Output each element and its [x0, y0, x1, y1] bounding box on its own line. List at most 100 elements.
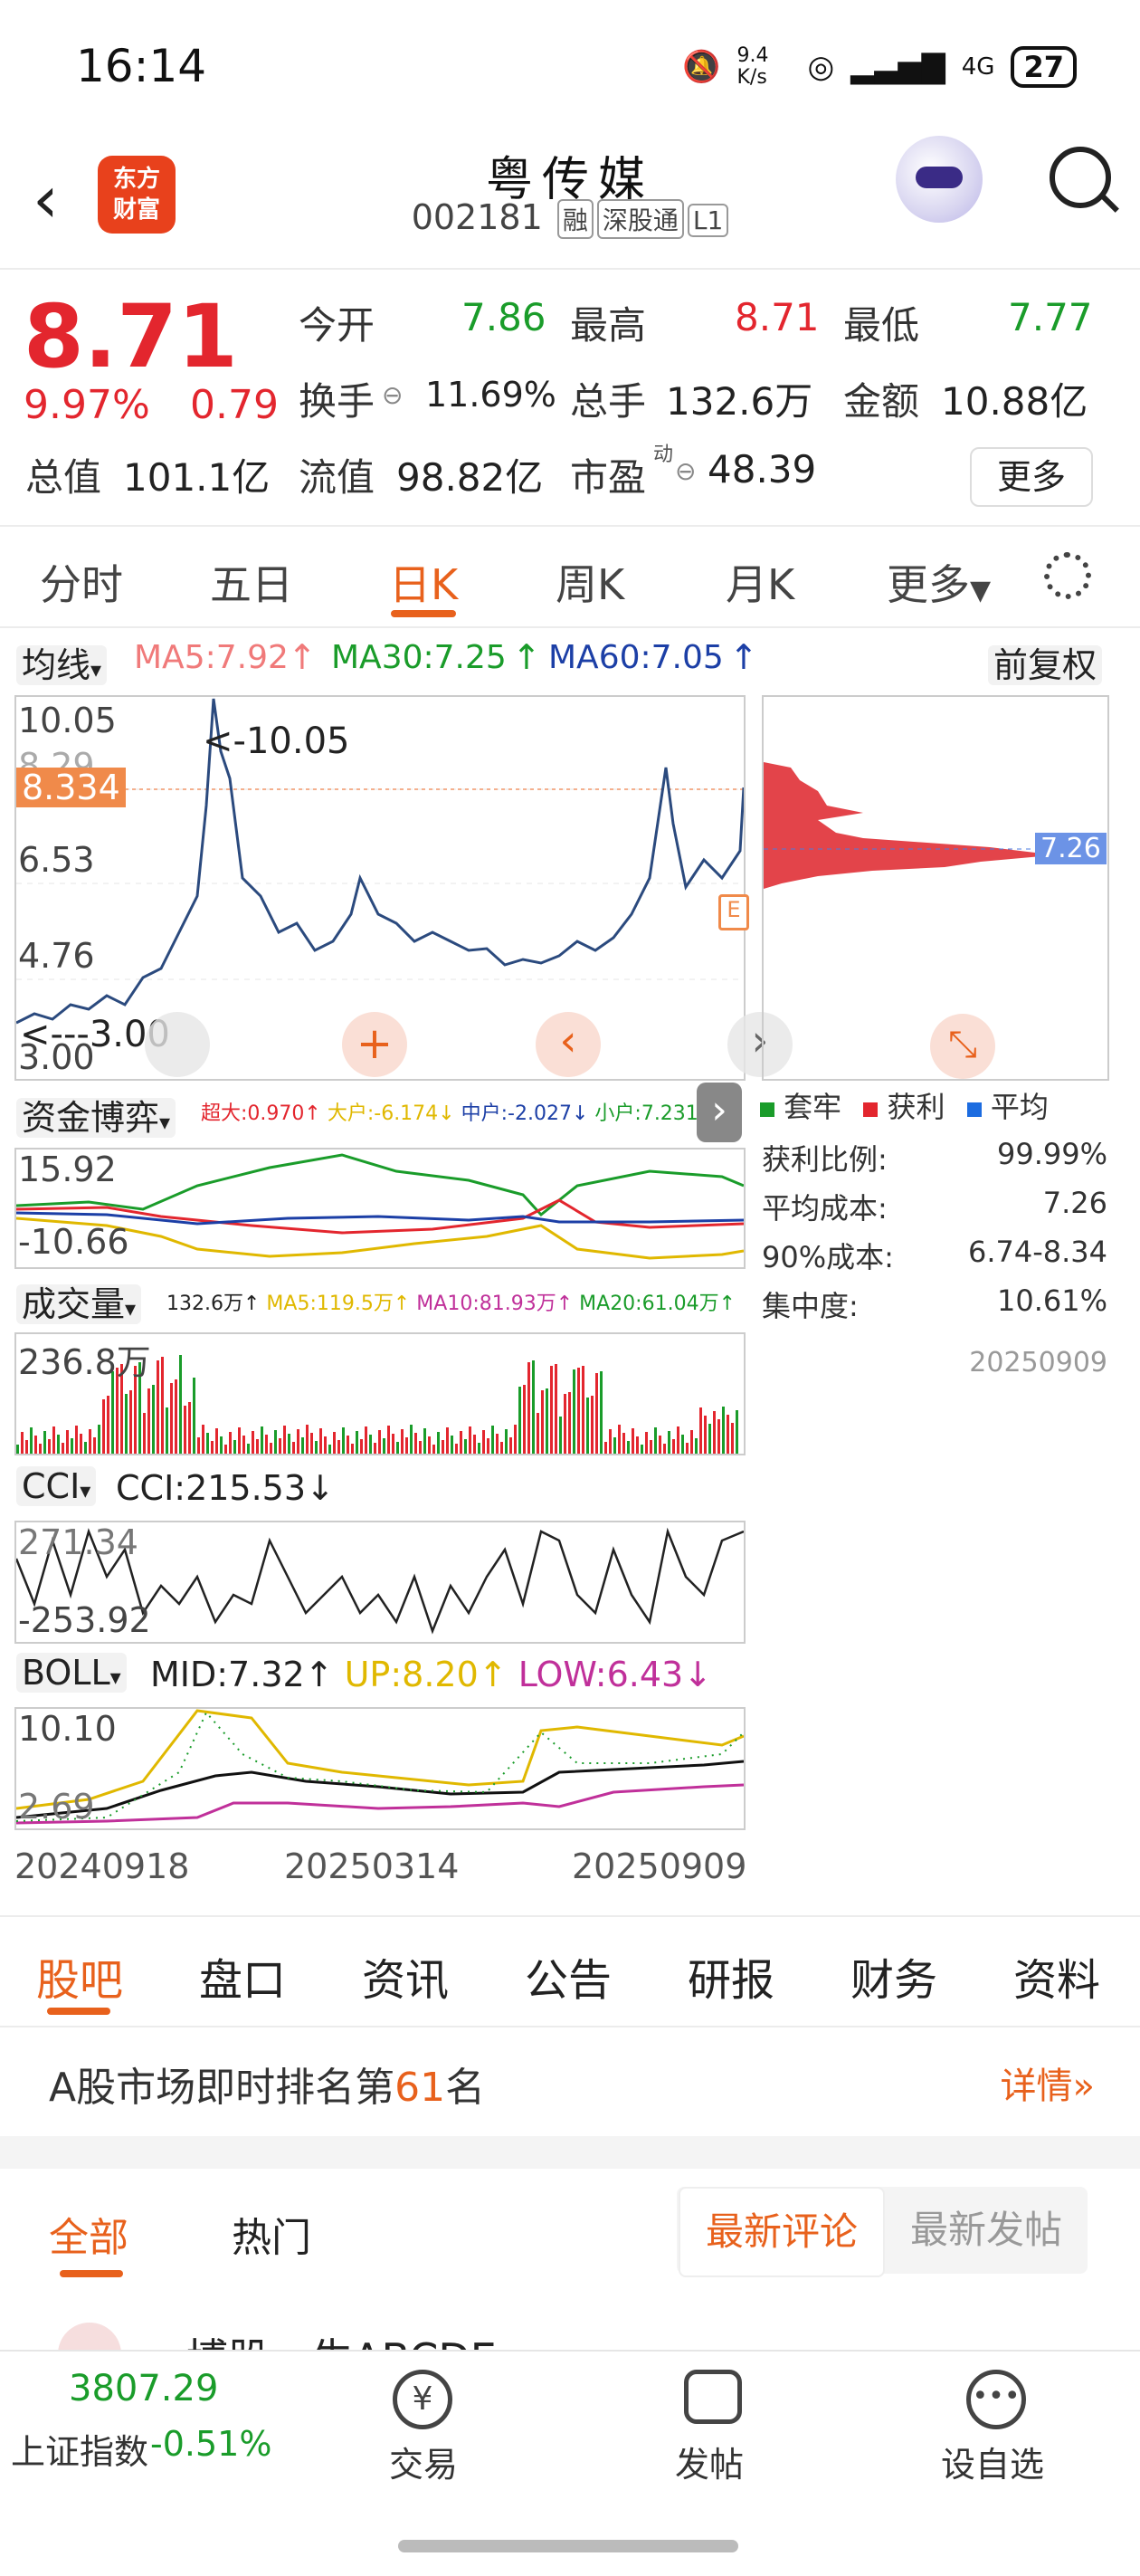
volume-bar: [279, 1438, 281, 1454]
info-icon[interactable]: ⊖: [675, 456, 696, 486]
volume-bar: [98, 1425, 100, 1454]
index-name[interactable]: 上证指数: [11, 2424, 148, 2474]
arrow-up-icon: ↑: [288, 637, 317, 677]
nav-watchlist[interactable]: 设自选: [941, 2437, 1044, 2486]
more-dots-icon[interactable]: •••: [966, 2370, 1026, 2429]
volume-bar: [636, 1436, 639, 1454]
tab-hot[interactable]: 热门: [232, 2205, 311, 2263]
value-total-value: 101.1亿: [123, 455, 271, 500]
current-price: 8.71: [24, 286, 238, 387]
ma-selector[interactable]: 均线▾: [16, 637, 108, 687]
tab-all[interactable]: 全部: [49, 2205, 128, 2263]
volume-bar: [328, 1445, 331, 1454]
comments-section: 全部 热门 最新评论 最新发帖 博股一生ABCDE: [0, 2169, 1140, 2386]
fund-mid: 中户:-2.027: [461, 1102, 572, 1125]
active-tab-indicator: [60, 2270, 123, 2277]
volume-bar: [527, 1362, 530, 1454]
volume-bar: [736, 1410, 738, 1454]
kline-chart[interactable]: 10.05 8.29 8.334 6.53 4.76 3.00 <-10.05 …: [14, 695, 793, 1081]
arrow-down-icon: ↓: [571, 1102, 589, 1125]
tab-monthly-k[interactable]: 月K: [726, 552, 794, 612]
compose-icon[interactable]: [684, 2370, 742, 2424]
boll-y-bot: 2.69: [18, 1787, 95, 1827]
volume-bar: [107, 1396, 109, 1454]
ma60-value: MA60:7.05: [548, 639, 724, 676]
rank-banner[interactable]: A股市场即时排名第61名 详情»: [0, 2026, 1140, 2134]
volume-bar: [681, 1435, 684, 1454]
volume-bar: [261, 1426, 263, 1454]
tab-daily-k[interactable]: 日K: [389, 552, 458, 612]
current-price-tag: 8.334: [16, 768, 126, 807]
label-turnover: 换手: [299, 379, 375, 424]
detail-link[interactable]: 详情»: [1001, 2056, 1095, 2109]
change-percent: 9.97%: [24, 382, 150, 428]
more-button[interactable]: 更多: [970, 447, 1093, 507]
cci-selector[interactable]: CCI▾: [16, 1466, 97, 1506]
legend-swatch: [760, 1102, 774, 1117]
tab-orderbook[interactable]: 盘口: [199, 1944, 286, 2008]
chip-row-label: 平均成本:: [762, 1191, 888, 1226]
value-open: 7.86: [461, 295, 546, 339]
label-total-value: 总值: [25, 455, 102, 500]
collapse-icon[interactable]: ⤡: [930, 1014, 995, 1079]
adjust-button[interactable]: 前复权: [988, 637, 1103, 687]
chip-row-value: 99.99%: [996, 1137, 1107, 1171]
tab-forum[interactable]: 股吧: [36, 1944, 123, 2008]
tab-five-day[interactable]: 五日: [210, 552, 293, 612]
tab-research[interactable]: 研报: [688, 1944, 774, 2008]
price-line: [15, 698, 746, 1025]
volume-bar: [672, 1439, 675, 1454]
control-button[interactable]: [145, 1012, 210, 1077]
volume-bar: [482, 1430, 485, 1454]
value-high: 8.71: [735, 295, 820, 339]
assistant-avatar[interactable]: [896, 136, 983, 223]
volume-bar: [270, 1443, 272, 1454]
tab-finance[interactable]: 财务: [850, 1944, 937, 2008]
arrow-up-icon: ↑: [729, 637, 758, 677]
volume-bar: [324, 1436, 327, 1454]
volume-bar: [71, 1438, 73, 1454]
volume-bar: [25, 1440, 28, 1454]
nav-trade[interactable]: 交易: [389, 2437, 458, 2486]
gear-icon[interactable]: [1044, 552, 1091, 599]
fund-selector[interactable]: 资金博弈▾: [16, 1090, 176, 1140]
volume-bar: [659, 1436, 661, 1454]
label-low: 最低: [843, 303, 920, 348]
volume-bar: [211, 1441, 214, 1454]
index-value[interactable]: 3807.29: [69, 2368, 218, 2409]
volume-bar: [469, 1426, 471, 1454]
scroll-left-icon[interactable]: ‹: [536, 1012, 601, 1077]
sort-new-post[interactable]: 最新发帖: [885, 2187, 1088, 2274]
volume-bar: [143, 1413, 146, 1454]
tab-announcement[interactable]: 公告: [525, 1944, 612, 2008]
info-icon[interactable]: ⊖: [382, 380, 403, 410]
volume-bar: [582, 1366, 584, 1454]
tab-more[interactable]: 更多▼: [887, 552, 991, 612]
tab-news[interactable]: 资讯: [362, 1944, 449, 2008]
volume-bar: [713, 1411, 716, 1454]
volume-bar: [215, 1428, 218, 1454]
boll-selector[interactable]: BOLL▾: [16, 1653, 127, 1693]
search-icon[interactable]: [1050, 147, 1111, 208]
kline-y-mid3: 4.76: [18, 936, 95, 976]
sort-new-comment[interactable]: 最新评论: [679, 2187, 885, 2277]
tab-profile[interactable]: 资料: [1013, 1944, 1100, 2008]
chip-row-value: 10.61%: [996, 1283, 1107, 1318]
volume-bar: [695, 1438, 698, 1454]
expand-panel-icon[interactable]: ›: [697, 1083, 742, 1142]
volume-bar: [464, 1439, 467, 1454]
volume-bar: [555, 1364, 557, 1454]
volume-selector[interactable]: 成交量▾: [16, 1276, 142, 1326]
tab-intraday[interactable]: 分时: [40, 552, 123, 612]
caret-down-icon: ▾: [80, 1478, 91, 1503]
trade-icon[interactable]: ¥: [393, 2370, 452, 2429]
label-high: 最高: [570, 303, 647, 348]
event-marker-icon[interactable]: E: [718, 894, 749, 930]
tab-weekly-k[interactable]: 周K: [556, 552, 624, 612]
zoom-in-icon[interactable]: +: [342, 1012, 407, 1077]
post-author[interactable]: 博股一生ABCDE: [186, 2326, 497, 2350]
volume-bar: [577, 1368, 580, 1454]
chip-distribution[interactable]: 7.26 ⤡: [762, 695, 1109, 1081]
nav-post[interactable]: 发帖: [675, 2437, 744, 2486]
volume-bar: [609, 1429, 612, 1454]
